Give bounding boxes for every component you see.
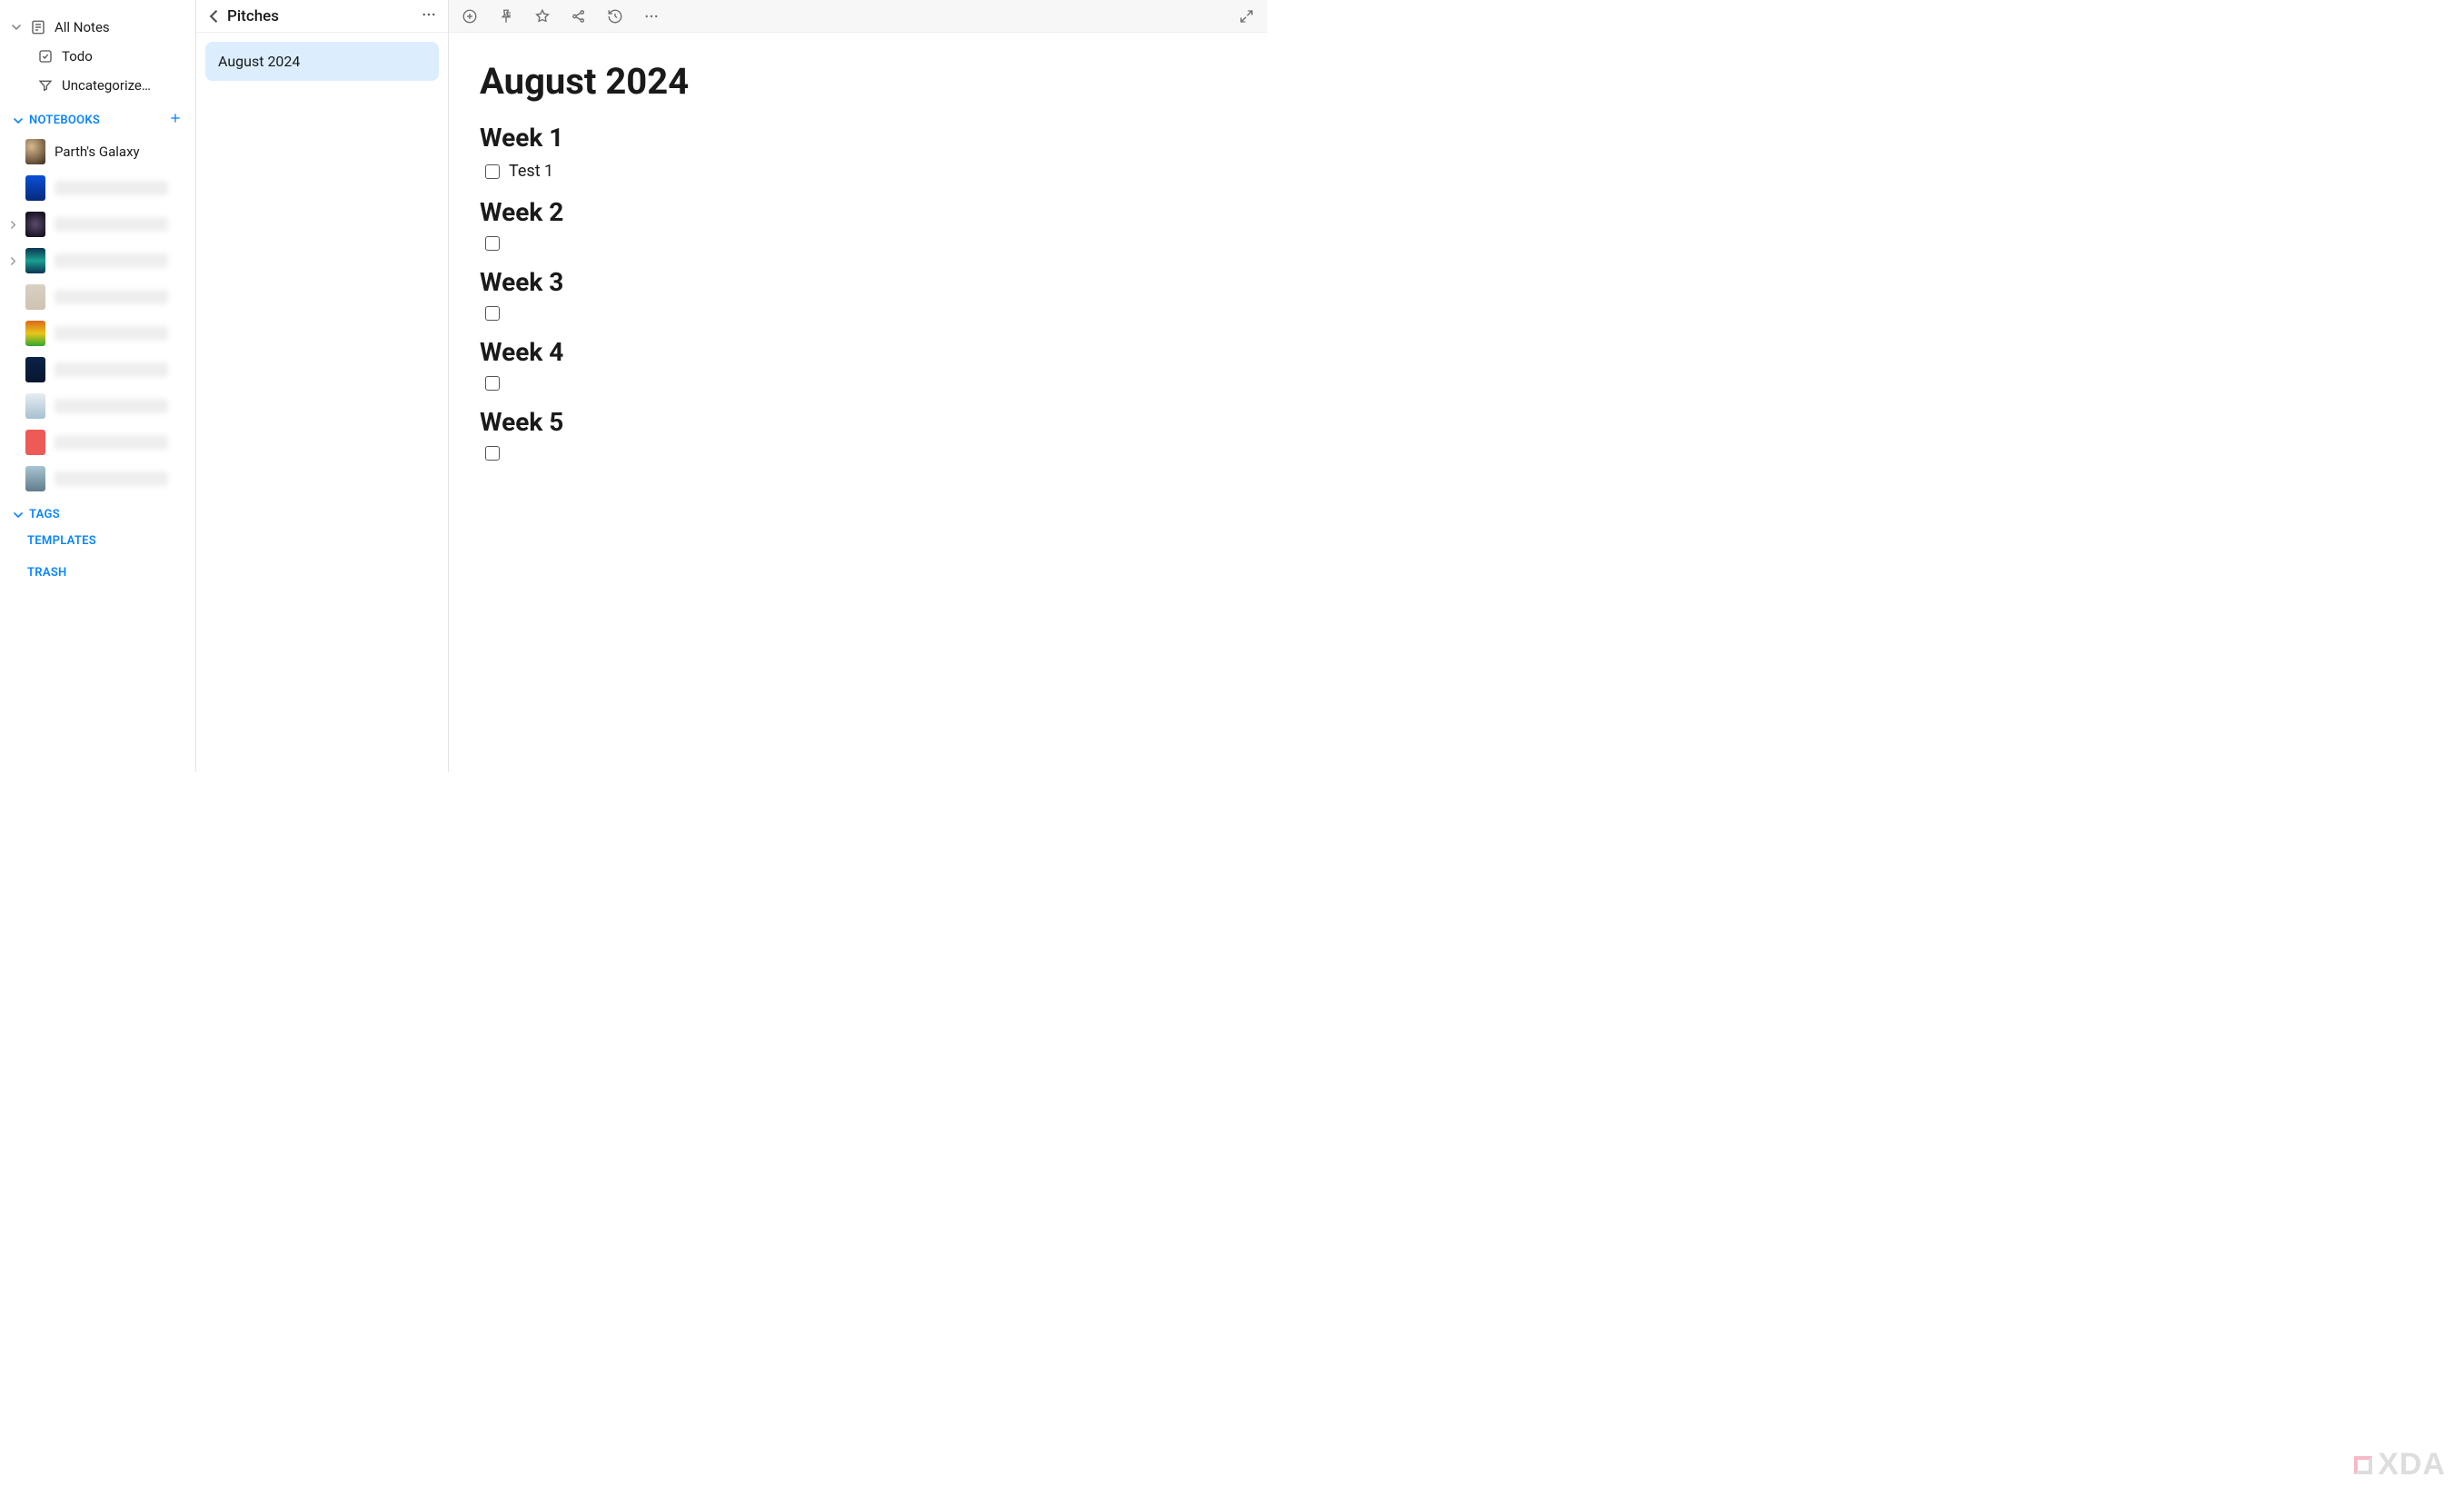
chevron-down-icon[interactable] xyxy=(11,23,22,32)
todo-icon xyxy=(36,47,55,65)
notebook-label-redacted xyxy=(55,435,168,450)
notebook-label-redacted xyxy=(55,399,168,413)
trash-label: TRASH xyxy=(27,566,67,580)
checkbox[interactable] xyxy=(485,306,500,321)
week-heading[interactable]: Week 3 xyxy=(480,267,1237,297)
notebook-item[interactable] xyxy=(0,206,195,243)
note-items: August 2024 xyxy=(196,33,448,90)
section-notebooks[interactable]: NOTEBOOKS xyxy=(0,100,195,134)
sidebar-uncategorized[interactable]: Uncategorize… xyxy=(0,71,195,100)
editor-panel: August 2024 Week 1 Test 1 Week 2 Week 3 Week… xyxy=(449,0,1267,772)
checkbox[interactable] xyxy=(485,236,500,251)
notes-icon xyxy=(29,18,47,36)
checkbox[interactable] xyxy=(485,376,500,391)
checklist-item[interactable] xyxy=(485,376,1237,391)
more-icon[interactable] xyxy=(643,8,660,25)
templates-label: TEMPLATES xyxy=(27,534,96,548)
history-icon[interactable] xyxy=(607,8,623,25)
chevron-down-icon[interactable] xyxy=(13,511,24,520)
checklist-item[interactable]: Test 1 xyxy=(485,162,1237,181)
checklist-item[interactable] xyxy=(485,446,1237,461)
watermark: XDA xyxy=(2354,1447,2446,1482)
new-note-icon[interactable] xyxy=(462,8,478,25)
editor-body[interactable]: August 2024 Week 1 Test 1 Week 2 Week 3 Week… xyxy=(449,33,1267,501)
tags-label: TAGS xyxy=(29,508,60,521)
notebook-item[interactable] xyxy=(0,388,195,424)
notebook-label-redacted xyxy=(55,471,168,486)
checkbox[interactable] xyxy=(485,164,500,179)
notebook-label: Parth's Galaxy xyxy=(55,144,140,160)
notebook-thumbnail xyxy=(25,212,45,237)
notebook-label-redacted xyxy=(55,181,168,195)
notebook-item[interactable] xyxy=(0,279,195,315)
breadcrumb[interactable]: Pitches xyxy=(227,7,413,25)
notebook-thumbnail xyxy=(25,248,45,273)
sidebar-all-notes[interactable]: All Notes xyxy=(0,13,195,42)
todo-label: Todo xyxy=(62,48,93,64)
notebook-thumbnail xyxy=(25,321,45,346)
note-title[interactable]: August 2024 xyxy=(480,60,1237,103)
notebook-thumbnail xyxy=(25,430,45,455)
note-list-item[interactable]: August 2024 xyxy=(205,42,439,81)
chevron-right-icon[interactable] xyxy=(9,257,20,265)
pin-icon[interactable] xyxy=(498,8,514,25)
checkbox[interactable] xyxy=(485,446,500,461)
star-icon[interactable] xyxy=(534,8,551,25)
uncategorized-label: Uncategorize… xyxy=(62,77,151,94)
funnel-icon xyxy=(36,76,55,94)
add-notebook-button[interactable] xyxy=(168,111,183,130)
week-heading[interactable]: Week 4 xyxy=(480,337,1237,367)
notebook-list: Parth's Galaxy xyxy=(0,134,195,497)
notebook-label-redacted xyxy=(55,290,168,304)
notebook-label-redacted xyxy=(55,362,168,377)
notebook-thumbnail xyxy=(25,466,45,491)
notebook-label-redacted xyxy=(55,253,168,268)
note-list-panel: Pitches August 2024 xyxy=(196,0,449,772)
notebook-item[interactable] xyxy=(0,243,195,279)
section-trash[interactable]: TRASH xyxy=(0,557,195,589)
notebook-thumbnail xyxy=(25,284,45,310)
checklist-text[interactable]: Test 1 xyxy=(509,162,553,181)
notebook-item[interactable] xyxy=(0,315,195,352)
checklist-item[interactable] xyxy=(485,306,1237,321)
checklist-item[interactable] xyxy=(485,236,1237,251)
notebook-label-redacted xyxy=(55,326,168,341)
section-tags[interactable]: TAGS xyxy=(0,497,195,525)
notebook-item[interactable] xyxy=(0,461,195,497)
week-heading[interactable]: Week 1 xyxy=(480,123,1237,153)
notebook-item[interactable]: Parth's Galaxy xyxy=(0,134,195,170)
chevron-down-icon[interactable] xyxy=(13,116,24,125)
chevron-right-icon[interactable] xyxy=(9,221,20,229)
share-icon[interactable] xyxy=(571,8,587,25)
notebook-item[interactable] xyxy=(0,424,195,461)
notebook-thumbnail xyxy=(25,139,45,164)
sidebar: All Notes Todo Uncategorize… NOTEBOOKS P… xyxy=(0,0,196,772)
notebook-thumbnail xyxy=(25,393,45,419)
note-list-header: Pitches xyxy=(196,0,448,33)
expand-icon[interactable] xyxy=(1238,8,1255,25)
more-icon[interactable] xyxy=(421,6,437,26)
section-templates[interactable]: TEMPLATES xyxy=(0,525,195,557)
notebooks-label: NOTEBOOKS xyxy=(29,114,100,127)
week-heading[interactable]: Week 5 xyxy=(480,407,1237,437)
sidebar-todo[interactable]: Todo xyxy=(0,42,195,71)
notebook-thumbnail xyxy=(25,175,45,201)
week-heading[interactable]: Week 2 xyxy=(480,197,1237,227)
notebook-item[interactable] xyxy=(0,170,195,206)
notebook-label-redacted xyxy=(55,217,168,232)
all-notes-label: All Notes xyxy=(55,19,110,35)
back-button[interactable] xyxy=(207,10,220,23)
notebook-item[interactable] xyxy=(0,352,195,388)
notebook-thumbnail xyxy=(25,357,45,382)
editor-toolbar xyxy=(449,0,1267,33)
